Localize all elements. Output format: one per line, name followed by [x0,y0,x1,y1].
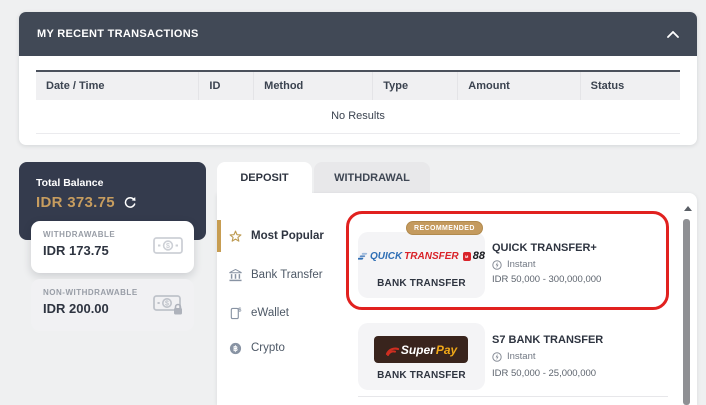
column-header-method: Method [254,71,373,100]
svg-text:$: $ [238,307,242,313]
scrollbar-thumb[interactable] [683,219,690,405]
star-icon [229,230,242,243]
refresh-balance-icon[interactable] [123,196,137,210]
recommended-badge: RECOMMENDED [406,221,483,235]
category-label: Most Popular [251,230,324,242]
column-header-date-time: Date / Time [36,71,199,100]
category-ewallet[interactable]: $ eWallet [217,297,349,329]
category-label: Bank Transfer [251,269,323,281]
category-label: eWallet [251,307,289,319]
recent-transactions-panel: MY RECENT TRANSACTIONS Date / Time ID Me… [19,12,697,145]
total-balance-value: IDR 373.75 [36,194,115,211]
tab-withdrawal[interactable]: WITHDRAWAL [314,162,430,194]
panel-title: MY RECENT TRANSACTIONS [37,28,199,40]
tab-withdrawal-label: WITHDRAWAL [334,172,410,184]
logo-word-pay: Pay [436,343,457,357]
column-header-status: Status [580,71,680,100]
category-label: Crypto [251,342,285,354]
column-header-amount: Amount [458,71,580,100]
recent-transactions-header[interactable]: MY RECENT TRANSACTIONS [19,12,697,56]
tab-deposit[interactable]: DEPOSIT [217,162,312,194]
method-divider [358,396,668,397]
crypto-coin-icon: ฿ [229,342,242,355]
banknote-icon: $ [153,236,183,255]
svg-text:$: $ [166,243,170,250]
method-limits: IDR 50,000 - 25,000,000 [492,368,596,379]
category-crypto[interactable]: ฿ Crypto [217,332,349,364]
no-results-text: No Results [36,100,680,134]
method-limits: IDR 50,000 - 300,000,000 [492,274,601,285]
speed-lines-icon [358,252,368,261]
transactions-table: Date / Time ID Method Type Amount Status… [36,70,680,134]
quick-transfer-logo: QUICK TRANSFER M 88 [358,250,485,262]
collapse-chevron-icon[interactable] [667,31,679,38]
quick-transfer-tile[interactable]: QUICK TRANSFER M 88 BANK TRANSFER [358,232,485,298]
method-speed: Instant [492,351,536,362]
method-name: S7 BANK TRANSFER [492,334,603,346]
non-withdrawable-card: NON-WITHDRAWABLE IDR 200.00 $ [31,279,194,331]
instant-icon [492,352,502,362]
empty-row: No Results [36,100,680,134]
tile-label: BANK TRANSFER [358,370,485,381]
logo-word-quick: QUICK [370,251,402,262]
column-header-id: ID [199,71,254,100]
ewallet-icon: $ [229,307,242,320]
column-header-type: Type [373,71,458,100]
svg-text:฿: ฿ [233,344,238,353]
bank-icon [229,269,242,282]
method-name: QUICK TRANSFER+ [492,242,597,254]
banknote-locked-icon: $ [153,294,183,315]
category-most-popular[interactable]: Most Popular [217,220,349,252]
table-header-row: Date / Time ID Method Type Amount Status [36,71,680,100]
tile-label: BANK TRANSFER [358,278,485,289]
superpay-logo: Super Pay [374,336,468,363]
instant-icon [492,260,502,270]
superpay-tile[interactable]: Super Pay BANK TRANSFER [358,323,485,390]
deposit-panel: Most Popular Bank Transfer $ eWallet ฿ [217,193,697,405]
logo-mark-box: M [463,252,471,261]
svg-text:$: $ [165,301,169,308]
withdrawable-card: WITHDRAWABLE IDR 173.75 $ [31,221,194,273]
logo-number: 88 [473,250,485,262]
logo-word-transfer: TRANSFER [404,251,458,262]
method-speed: Instant [492,259,536,270]
scrollbar-up-arrow[interactable] [684,206,692,211]
superpay-swoosh-icon [385,343,400,356]
tab-deposit-label: DEPOSIT [240,172,288,184]
logo-word-super: Super [401,343,435,357]
total-balance-label: Total Balance [36,177,206,189]
transactions-table-wrap: Date / Time ID Method Type Amount Status… [36,70,680,134]
category-bank-transfer[interactable]: Bank Transfer [217,259,349,291]
